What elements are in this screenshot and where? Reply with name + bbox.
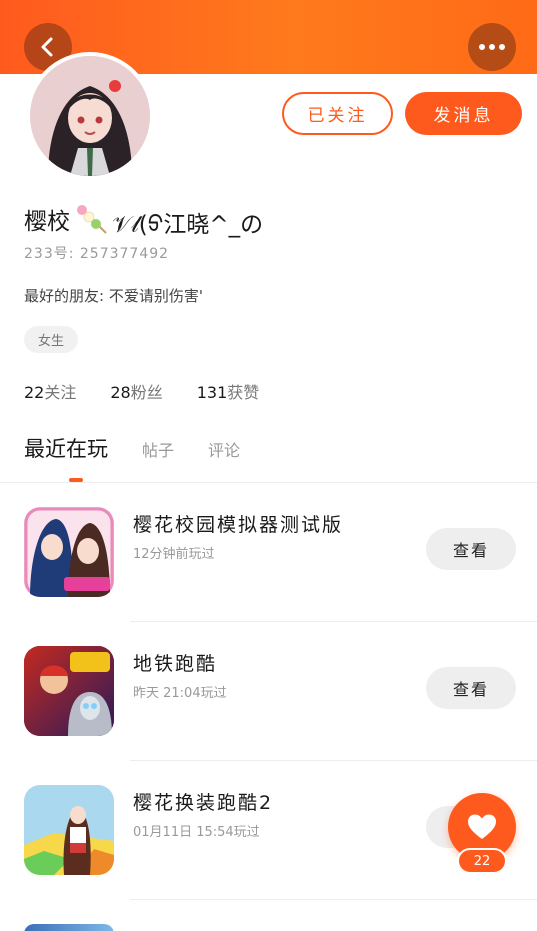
stat-following-num: 22 (24, 383, 45, 402)
game-icon-partial (24, 924, 114, 931)
stat-likes-label: 获赞 (227, 383, 260, 402)
username-prefix: 樱校 (24, 208, 70, 235)
view-button[interactable]: 查看 (426, 528, 516, 570)
candy-skewer-icon (77, 204, 107, 234)
bio: 最好的朋友: 不爱请别伤害' (24, 287, 203, 305)
list-item[interactable]: 樱花校园模拟器测试版 12分钟前玩过 查看 (0, 483, 537, 622)
username-suffix: 𝒱𝓁(ᢒ江晓^_の (112, 212, 264, 238)
view-button[interactable]: 查看 (426, 667, 516, 709)
more-dots-icon (479, 44, 505, 50)
game-icon (24, 507, 114, 597)
stat-likes: 131获赞 (197, 379, 260, 403)
chevron-left-icon (41, 37, 53, 57)
stat-followers-num: 28 (110, 383, 131, 402)
gender-tag: 女生 (24, 326, 79, 353)
avatar[interactable] (26, 52, 154, 180)
more-button[interactable] (468, 23, 516, 71)
followed-button[interactable]: 已关注 (282, 92, 393, 135)
game-played-time: 昨天 21:04玩过 (133, 686, 227, 701)
user-id: 233号: 257377492 (24, 246, 170, 262)
game-name: 地铁跑酷 (133, 653, 218, 675)
divider (130, 899, 537, 900)
game-name: 樱花校园模拟器测试版 (133, 514, 344, 536)
game-name: 樱花换装跑酷2 (133, 792, 274, 814)
stat-following-label: 关注 (44, 383, 77, 402)
profile-tabs: 最近在玩 帖子 评论 (24, 433, 240, 463)
tab-recently-played[interactable]: 最近在玩 (24, 433, 108, 463)
tab-comments[interactable]: 评论 (208, 437, 240, 461)
stat-following[interactable]: 22关注 (24, 379, 76, 403)
stat-likes-num: 131 (196, 383, 228, 402)
game-played-time: 01月11日 15:54玩过 (133, 825, 260, 840)
stat-followers[interactable]: 28粉丝 (110, 379, 162, 403)
send-message-button[interactable]: 发消息 (405, 92, 522, 135)
username: 樱校 𝒱𝓁(ᢒ江晓^_の (24, 198, 263, 239)
like-count-badge: 22 (457, 848, 507, 874)
tab-posts[interactable]: 帖子 (142, 437, 174, 461)
game-icon (24, 646, 114, 736)
stats-row: 22关注 28粉丝 131获赞 (24, 379, 259, 403)
game-icon (24, 785, 114, 875)
list-item[interactable]: 地铁跑酷 昨天 21:04玩过 查看 (0, 622, 537, 761)
heart-icon (468, 814, 496, 839)
stat-followers-label: 粉丝 (130, 383, 163, 402)
game-played-time: 12分钟前玩过 (133, 547, 215, 562)
